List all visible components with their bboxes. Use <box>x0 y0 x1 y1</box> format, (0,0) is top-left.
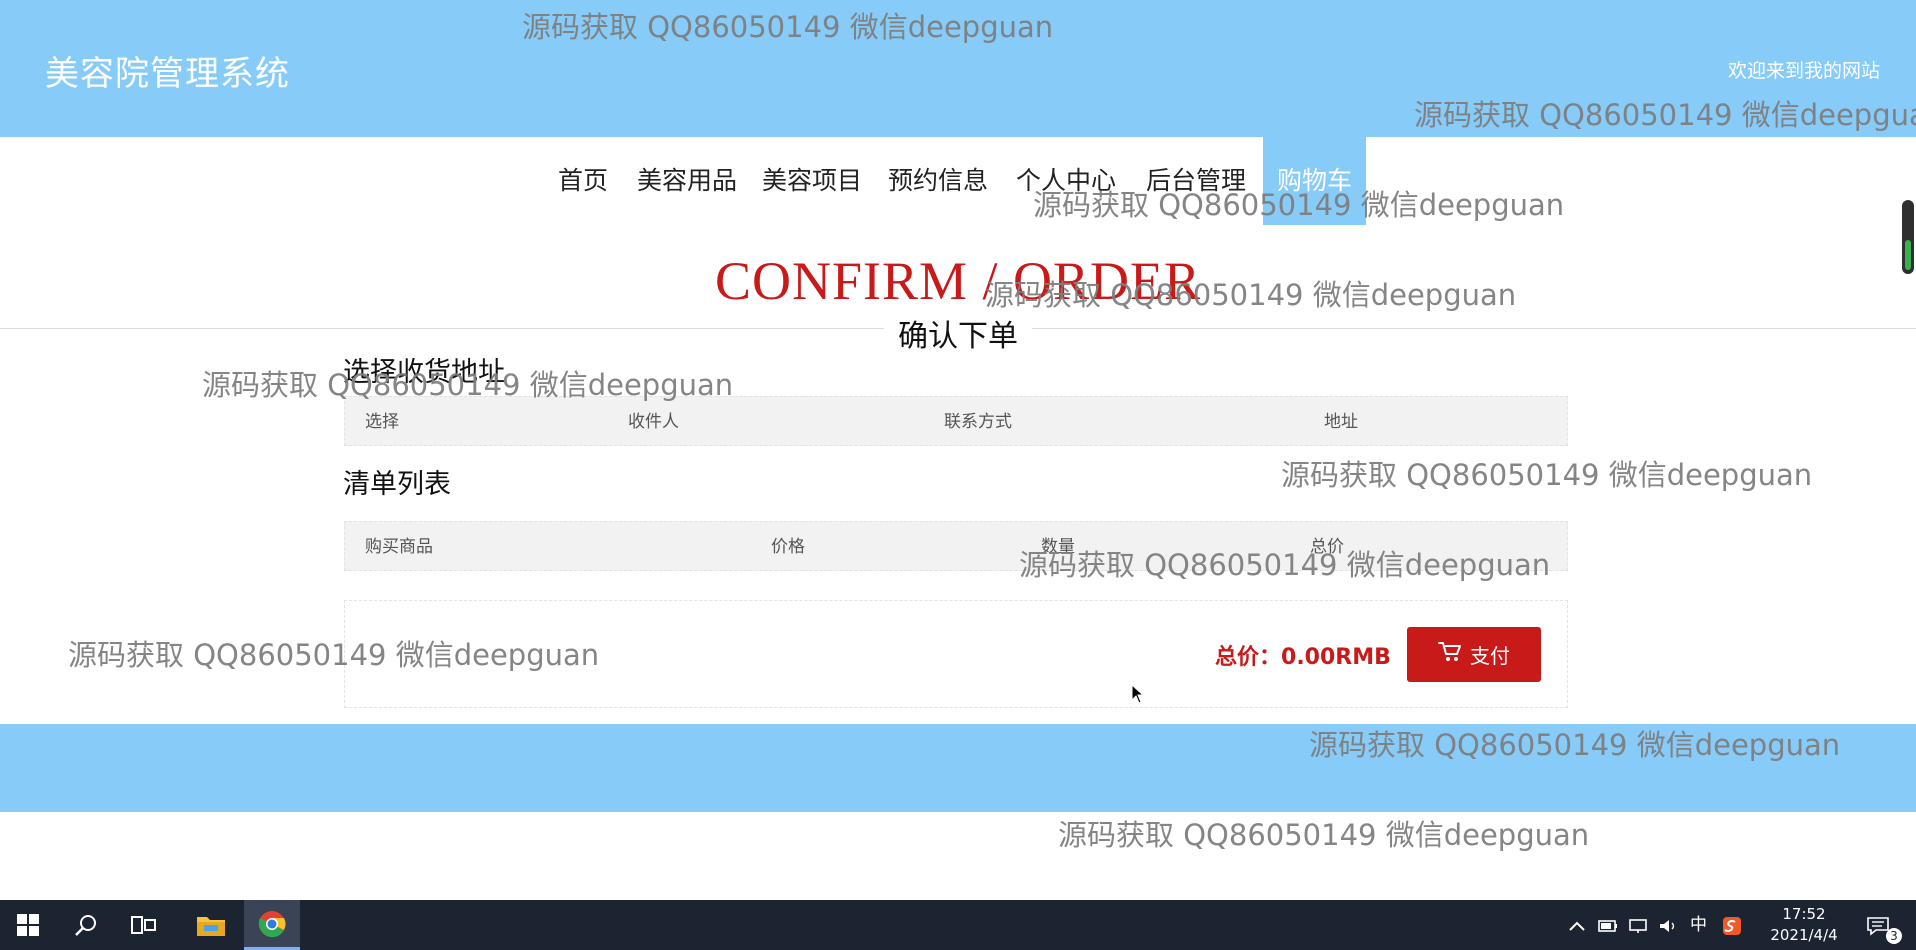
notification-count-badge: 3 <box>1886 928 1902 944</box>
cart-icon <box>1438 641 1462 668</box>
chrome-icon[interactable] <box>244 900 300 950</box>
network-icon[interactable] <box>1628 900 1648 950</box>
clock-time: 17:52 <box>1782 905 1826 923</box>
main-nav: 首页 美容用品 美容项目 预约信息 个人中心 后台管理 购物车 <box>0 137 1916 225</box>
battery-icon[interactable] <box>1598 900 1618 950</box>
watermark: 源码获取 QQ86050149 微信deepguan <box>1309 728 1841 762</box>
action-center-icon[interactable] <box>1866 900 1890 950</box>
search-icon[interactable] <box>58 900 114 950</box>
total-price-label: 总价： <box>1215 645 1282 670</box>
watermark: 源码获取 QQ86050149 微信deepguan <box>1281 458 1813 492</box>
sogou-input-icon[interactable] <box>1722 900 1742 950</box>
address-col-contact: 联系方式 <box>944 412 1012 432</box>
pay-button[interactable]: 支付 <box>1407 627 1541 682</box>
task-view-icon[interactable] <box>116 900 172 950</box>
watermark: 源码获取 QQ86050149 微信deepguan <box>1019 548 1551 582</box>
page-title-cn-wrap: 确认下单 <box>0 311 1916 355</box>
ime-indicator[interactable]: 中 <box>1690 900 1707 950</box>
watermark: 源码获取 QQ86050149 微信deepguan <box>522 10 1054 44</box>
page-title-en: CONFIRM / ORDER <box>714 251 1202 311</box>
watermark: 源码获取 QQ86050149 微信deepguan <box>68 638 600 672</box>
watermark: 源码获取 QQ86050149 微信deepguan <box>202 368 734 402</box>
mouse-cursor-icon <box>1131 683 1145 708</box>
watermark: 源码获取 QQ86050149 微信deepguan <box>1033 188 1565 222</box>
site-title[interactable]: 美容院管理系统 <box>45 46 290 95</box>
nav-item-beauty-services[interactable]: 美容项目 <box>762 137 862 225</box>
taskbar: 中 17:52 2021/4/4 3 <box>0 900 1916 950</box>
items-col-price: 价格 <box>771 537 805 557</box>
taskbar-clock[interactable]: 17:52 2021/4/4 <box>1762 904 1846 946</box>
file-explorer-icon[interactable] <box>183 900 239 950</box>
total-price-value: 0.00RMB <box>1281 645 1391 670</box>
volume-icon[interactable] <box>1658 900 1678 950</box>
pay-button-label: 支付 <box>1470 644 1510 668</box>
nav-item-beauty-products[interactable]: 美容用品 <box>637 137 737 225</box>
scrollbar-indicator <box>1905 240 1911 270</box>
watermark: 源码获取 QQ86050149 微信deepguan <box>1058 818 1590 852</box>
page-title-cn: 确认下单 <box>884 319 1032 354</box>
total-price: 总价：0.00RMB <box>1215 639 1391 671</box>
windows-start-icon[interactable] <box>0 900 56 950</box>
items-section-title: 清单列表 <box>343 469 451 500</box>
watermark: 源码获取 QQ86050149 微信deepguan <box>985 278 1517 312</box>
welcome-text: 欢迎来到我的网站 <box>1727 60 1880 82</box>
items-col-product: 购买商品 <box>365 537 433 557</box>
address-col-select: 选择 <box>365 412 399 432</box>
watermark: 源码获取 QQ86050149 微信deepguan <box>1414 98 1916 132</box>
address-col-recipient: 收件人 <box>628 412 679 432</box>
address-col-address: 地址 <box>1324 412 1358 432</box>
clock-date: 2021/4/4 <box>1770 926 1838 944</box>
nav-item-appointments[interactable]: 预约信息 <box>888 137 988 225</box>
tray-chevron-up-icon[interactable] <box>1568 900 1586 950</box>
nav-item-home[interactable]: 首页 <box>558 137 608 225</box>
